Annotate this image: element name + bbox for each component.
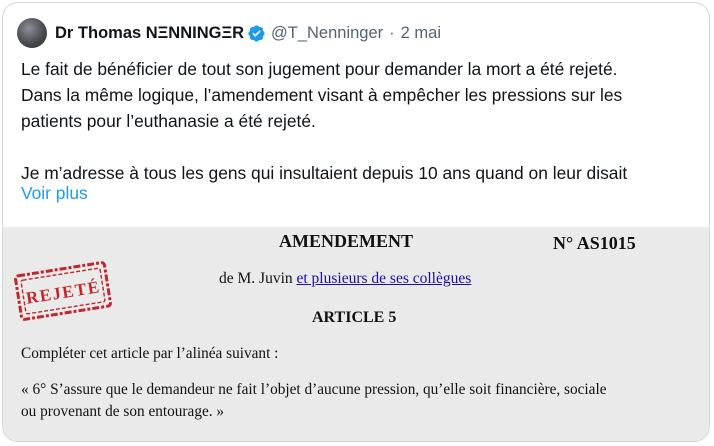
tweet-text-line: Dans la même logique, l’amendement visan… [21, 85, 623, 105]
author-display-name[interactable]: Dr Thomas NΞNNINGΞR [55, 24, 244, 43]
tweet-date[interactable]: 2 mai [401, 24, 441, 43]
verified-badge-icon[interactable] [247, 24, 266, 43]
author-handle[interactable]: @T_Nenninger [271, 24, 383, 43]
instruction-text: Compléter cet article par l’alinéa suiva… [21, 345, 279, 362]
colleagues-link: et plusieurs de ses collègues [296, 270, 472, 287]
amendment-author: de M. Juvin et plusieurs de ses collègue… [219, 270, 471, 288]
amendment-title: AMENDEMENT [279, 231, 413, 251]
amendment-body-line: « 6° S’assure que le demandeur ne fait l… [21, 381, 607, 398]
tweet-card[interactable]: Dr Thomas NΞNNINGΞR @T_Nenninger · 2 mai… [2, 2, 710, 442]
separator-dot: · [389, 23, 395, 42]
article-heading: ARTICLE 5 [312, 309, 397, 326]
tweet-text-line: Je m’adresse à tous les gens qui insulta… [21, 163, 628, 183]
tweet-text-line: Le fait de bénéficier de tout son jugeme… [21, 59, 618, 79]
tweet-text-line: patients pour l’euthanasie a été rejeté. [21, 111, 316, 131]
see-more-link[interactable]: Voir plus [21, 183, 88, 204]
amendment-number: N° AS1015 [553, 233, 636, 253]
avatar[interactable] [17, 18, 47, 48]
attached-image[interactable]: AMENDEMENT N° AS1015 REJETÉ de M. Juvin … [3, 227, 709, 441]
tweet-header: Dr Thomas NΞNNINGΞR @T_Nenninger · 2 mai [17, 16, 441, 50]
tweet-text: Le fait de bénéficier de tout son jugeme… [21, 56, 701, 186]
svg-text:REJETÉ: REJETÉ [25, 277, 102, 308]
author-prefix: de M. Juvin [219, 270, 293, 287]
amendment-body-line: ou provenant de son entourage. » [21, 403, 225, 420]
rejected-stamp-icon: REJETÉ [12, 258, 115, 324]
